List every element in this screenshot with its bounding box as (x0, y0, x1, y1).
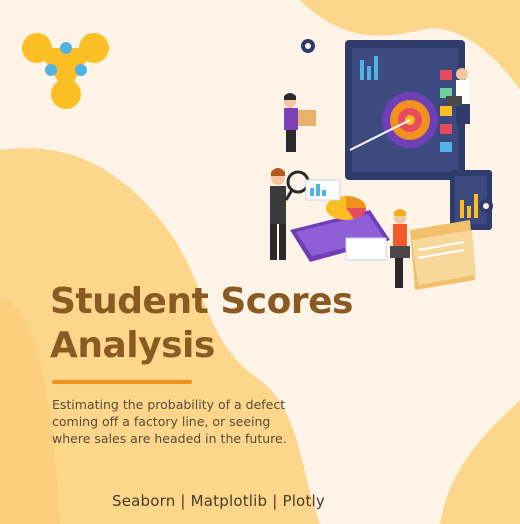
libraries-footer: Seaborn | Matplotlib | Plotly (112, 492, 325, 510)
accent-divider (52, 380, 192, 384)
description-text: Estimating the probability of a defect c… (52, 397, 287, 446)
title-line-2: Analysis (50, 325, 215, 366)
cover-card: Student Scores Analysis Estimating the p… (0, 0, 520, 524)
data-analytics-team-illustration (270, 39, 493, 290)
three-node-network-icon (22, 33, 109, 109)
title-line-1: Student Scores (50, 281, 353, 322)
page-title: Student Scores Analysis (50, 280, 370, 368)
